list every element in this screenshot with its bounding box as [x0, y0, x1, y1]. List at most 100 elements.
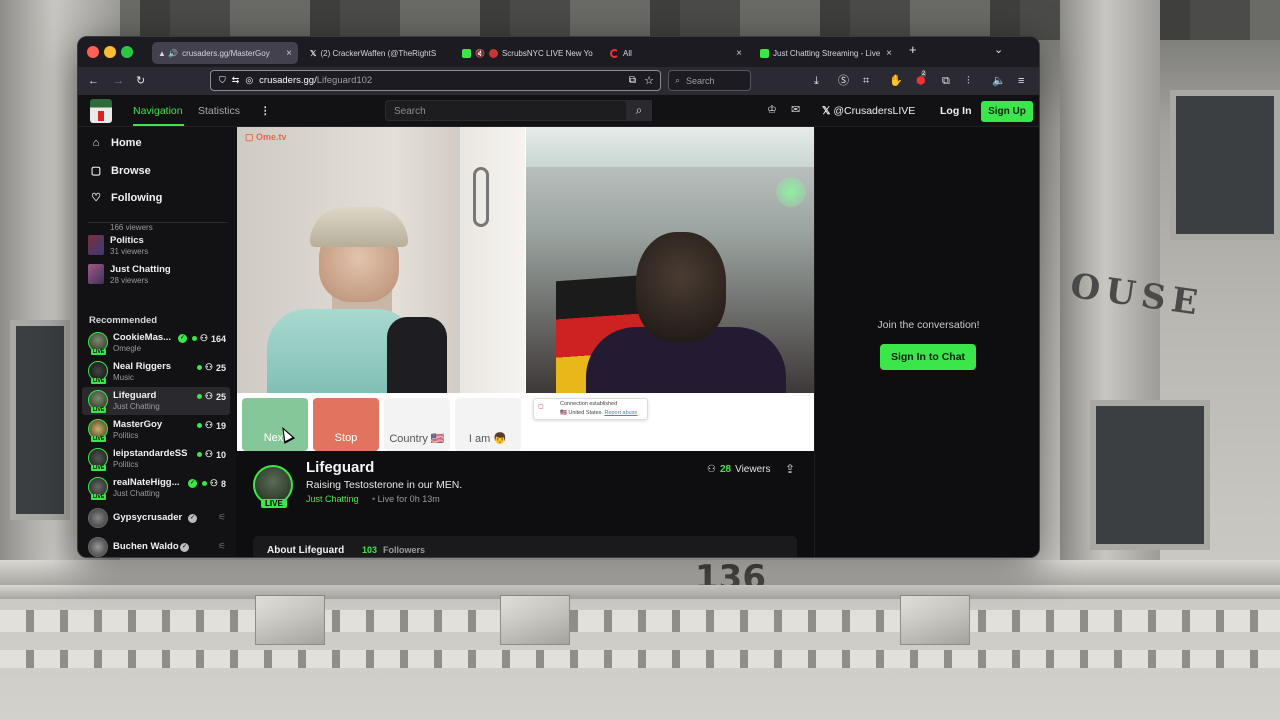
close-window-button[interactable]	[87, 46, 99, 58]
streamer-item-selected[interactable]: LIVE Lifeguard Just Chatting ⚇ 25	[82, 387, 230, 415]
tab-mastergoy[interactable]: ▲ 🔊 crusaders.gg/MasterGoy ×	[152, 42, 298, 64]
chevron-down-icon[interactable]: ⌄	[994, 43, 1003, 57]
streamer-category: Just Chatting	[113, 402, 160, 411]
login-button[interactable]: Log In	[940, 105, 972, 117]
share-icon[interactable]: ⇪	[785, 462, 795, 476]
sidebar-item-home[interactable]: ⌂ Home	[90, 137, 142, 149]
sidebar-item-label: Following	[111, 191, 163, 204]
permissions-icon[interactable]: ⇆	[232, 75, 240, 86]
maximize-window-button[interactable]	[121, 46, 133, 58]
ceiling	[526, 127, 814, 167]
sliders-icon[interactable]: ⫶	[967, 74, 970, 88]
heart-icon: ♡	[91, 192, 101, 204]
sidebar-item-following[interactable]: ♡ Following	[90, 191, 163, 205]
streamer-item[interactable]: LIVE CookieMas... ✓ Omegle ⚇ 164	[82, 329, 230, 357]
followers-label: Followers	[383, 545, 426, 555]
next-button[interactable]: Next	[242, 398, 308, 451]
crown-icon[interactable]: ♔	[767, 103, 777, 116]
tab-scrubsnyc[interactable]: 🔇 ScrubsNYC LIVE New Yo	[456, 42, 596, 64]
stream-info: LIVE Lifeguard Raising Testosterone in o…	[237, 451, 814, 557]
stream-name[interactable]: Lifeguard	[306, 459, 374, 476]
building-dentil	[0, 610, 1280, 632]
nav-statistics[interactable]: Statistics	[198, 105, 240, 117]
stop-button[interactable]: Stop	[313, 398, 379, 451]
star-icon[interactable]: ☆	[644, 74, 654, 87]
report-abuse-link[interactable]: Report abuse	[604, 410, 637, 416]
connection-country-line: 🇺🇸 United States. Report abuse	[560, 410, 638, 416]
streamer-item[interactable]: LIVE leipstandardeSS Politics ⚇ 10	[82, 445, 230, 473]
viewer-count-value: 164	[210, 333, 226, 344]
muted-icon[interactable]: 🔇	[475, 49, 485, 58]
chat-panel: Join the conversation! Sign In to Chat	[814, 127, 1039, 557]
streamer-item[interactable]: LIVE Neal Riggers Music ⚇ 25	[82, 358, 230, 386]
audio-icon[interactable]: ▲ 🔊	[158, 49, 178, 58]
video-player[interactable]: ▢ Ome.tv Next Stop Country 🇺🇸 I am 👦 ▢ C…	[237, 127, 814, 451]
site-search-input[interactable]: Search	[385, 100, 652, 121]
live-duration: Live for 0h 13m	[377, 494, 440, 504]
viewers-icon: ⚇	[204, 391, 213, 401]
streamer-item[interactable]: LIVE MasterGoy Politics ⚇ 19	[82, 416, 230, 444]
close-tab-icon[interactable]: ×	[286, 48, 292, 59]
browser-search-placeholder: Search	[686, 75, 715, 86]
more-options-icon[interactable]: ⋮	[260, 105, 271, 117]
country-button[interactable]: Country 🇺🇸	[384, 398, 450, 451]
building-ledge	[0, 585, 1280, 599]
live-badge: LIVE	[91, 465, 107, 471]
streamer-item[interactable]: LIVE realNateHigg... ✓ Just Chatting ⚇ 8	[82, 474, 230, 502]
close-tab-icon[interactable]: ×	[736, 48, 742, 59]
minimize-window-button[interactable]	[104, 46, 116, 58]
sidebar-item-browse[interactable]: ▢ Browse	[90, 164, 151, 178]
viewer-count: ⚇ 8	[201, 478, 226, 489]
verified-icon: ✓	[180, 543, 189, 552]
tab-bar: ▲ 🔊 crusaders.gg/MasterGoy × 𝕏 (2) Crack…	[78, 37, 1039, 67]
forward-icon[interactable]: →	[113, 74, 124, 88]
extension-s-icon[interactable]: Ⓢ	[838, 74, 849, 88]
home-icon: ⌂	[92, 137, 100, 149]
offline-icon: ⚟	[217, 512, 226, 522]
crop-icon[interactable]: ⌗	[863, 74, 869, 88]
speaker-icon[interactable]: 🔈	[992, 74, 1006, 88]
category-name: Just Chatting	[110, 264, 171, 275]
tab-crackerwaffen[interactable]: 𝕏 (2) CrackerWaffen (@TheRightS	[304, 42, 450, 64]
live-dot-icon	[201, 481, 207, 486]
site-search-placeholder: Search	[394, 106, 426, 117]
streamer-name: MasterGoy	[113, 419, 163, 430]
url-bar[interactable]: ⛉ ⇆ ◎ crusaders.gg/Lifeguard102 ⧉ ☆	[210, 70, 661, 91]
followers-count: 103	[362, 545, 378, 555]
streamer-category: Politics	[113, 460, 139, 469]
chat-prompt: Join the conversation!	[877, 319, 980, 331]
site-search-button[interactable]: ⌕	[626, 100, 652, 121]
viewer-count-value: 25	[215, 391, 226, 402]
building-window	[1090, 400, 1210, 550]
tab-just-chatting[interactable]: Just Chatting Streaming - Live ×	[754, 42, 898, 64]
browser-search-field[interactable]: ⌕ Search	[668, 70, 751, 91]
ometv-brand: Ome.tv	[256, 132, 287, 142]
signup-button[interactable]: Sign Up	[981, 101, 1033, 122]
x-profile-link[interactable]: 𝕏 @CrusadersLIVE	[822, 105, 915, 117]
viewer-count-value: 28	[719, 464, 732, 475]
menu-icon[interactable]: ≡	[1018, 74, 1024, 88]
inbox-icon[interactable]: ✉	[791, 103, 800, 116]
streamer-item[interactable]: Buchen Waldo ✓ ⚟	[82, 536, 230, 557]
viewer-label: Viewers	[735, 464, 771, 475]
shield-icon[interactable]: ⛉	[219, 75, 226, 86]
extensions-icon[interactable]: ⧉	[942, 74, 950, 88]
nav-navigation[interactable]: Navigation	[133, 105, 183, 117]
translate-icon[interactable]: ⧉	[629, 75, 636, 86]
viewer-count: ⚇ 164	[191, 333, 226, 344]
tab-all[interactable]: All ×	[604, 42, 748, 64]
back-icon[interactable]: ←	[88, 74, 99, 88]
close-tab-icon[interactable]: ×	[886, 48, 892, 59]
new-tab-icon[interactable]: +	[909, 43, 917, 57]
site-info-icon[interactable]: ◎	[245, 75, 253, 86]
stream-category-link[interactable]: Just Chatting	[306, 494, 359, 504]
tab-label: All	[623, 48, 632, 58]
sign-in-to-chat-button[interactable]: Sign In to Chat	[880, 344, 976, 370]
crusaders-logo[interactable]	[90, 99, 112, 123]
hand-icon[interactable]: ✋	[889, 74, 903, 88]
tab-label: crusaders.gg/MasterGoy	[182, 48, 270, 58]
reload-icon[interactable]: ↻	[136, 74, 145, 88]
download-icon[interactable]: ⤓	[814, 74, 819, 88]
i-am-button[interactable]: I am 👦	[455, 398, 521, 451]
streamer-item[interactable]: Gypsycrusader ✓ ⚟	[82, 507, 230, 529]
